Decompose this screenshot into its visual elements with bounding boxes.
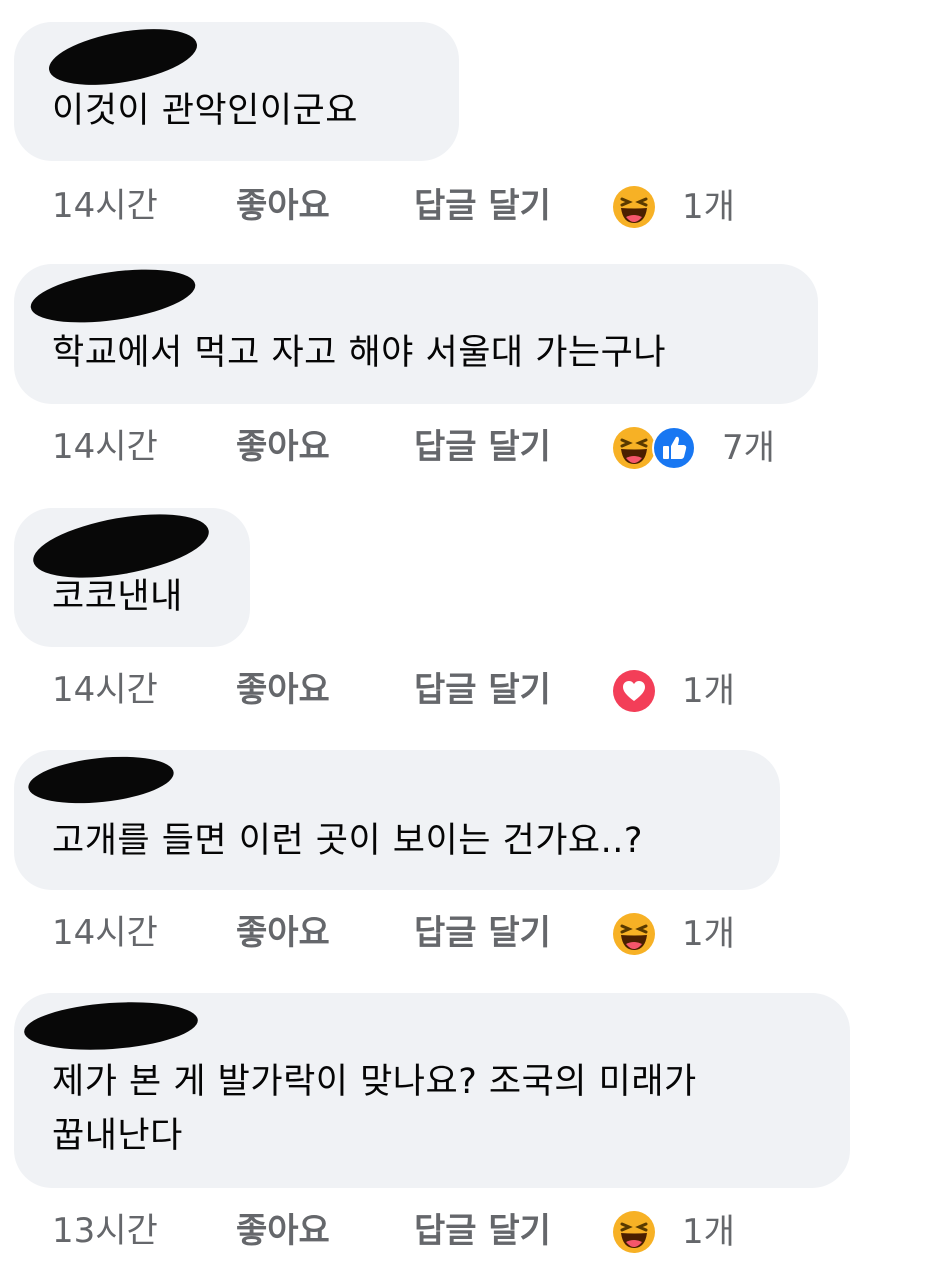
reply-button[interactable]: 답글 달기: [414, 903, 551, 963]
haha-reaction-icon: [613, 913, 655, 955]
reply-button[interactable]: 답글 달기: [414, 1201, 551, 1261]
reply-button[interactable]: 답글 달기: [414, 660, 551, 720]
reaction-count: 1개: [682, 914, 735, 954]
comment-text: 학교에서 먹고 자고 해야 서울대 가는구나: [52, 333, 667, 373]
comment-text: 코코낸내: [52, 577, 183, 617]
comment-actions: 14시간 좋아요 답글 달기 1개: [0, 176, 943, 236]
like-button[interactable]: 좋아요: [236, 176, 330, 236]
comment-bubble[interactable]: 고개를 들면 이런 곳이 보이는 건가요..?: [14, 750, 780, 890]
timestamp[interactable]: 14시간: [52, 903, 158, 963]
comment-actions: 14시간 좋아요 답글 달기 7개: [0, 417, 943, 477]
like-button[interactable]: 좋아요: [236, 1201, 330, 1261]
reaction-count: 7개: [722, 428, 775, 468]
comment-text: 이것이 관악인이군요: [52, 91, 358, 131]
redacted-author-name: [22, 996, 200, 1056]
redacted-author-name: [27, 260, 199, 332]
reaction-summary[interactable]: 1개: [612, 668, 735, 714]
reaction-count: 1개: [682, 1212, 735, 1252]
comment-bubble[interactable]: 이것이 관악인이군요: [14, 19, 459, 161]
reply-button[interactable]: 답글 달기: [414, 417, 551, 477]
reaction-count: 1개: [682, 671, 735, 711]
timestamp[interactable]: 14시간: [52, 176, 158, 236]
reply-button[interactable]: 답글 달기: [414, 176, 551, 236]
comment-bubble[interactable]: 코코낸내: [14, 502, 250, 647]
haha-reaction-icon: [613, 186, 655, 228]
like-button[interactable]: 좋아요: [236, 660, 330, 720]
timestamp[interactable]: 14시간: [52, 417, 158, 477]
comment-actions: 13시간 좋아요 답글 달기 1개: [0, 1201, 943, 1261]
reaction-summary[interactable]: 1개: [612, 911, 735, 957]
comment-text: 고개를 들면 이런 곳이 보이는 건가요..?: [52, 821, 643, 861]
comment-text: 제가 본 게 발가락이 맞나요? 조국의 미래가 꿉내난다: [52, 1062, 697, 1156]
reaction-summary[interactable]: 7개: [612, 425, 775, 471]
like-button[interactable]: 좋아요: [236, 903, 330, 963]
comment-actions: 14시간 좋아요 답글 달기 1개: [0, 903, 943, 963]
haha-reaction-icon: [613, 427, 655, 469]
comment-actions: 14시간 좋아요 답글 달기 1개: [0, 660, 943, 720]
timestamp[interactable]: 13시간: [52, 1201, 158, 1261]
reaction-count: 1개: [682, 187, 735, 227]
redacted-author-name: [26, 750, 176, 810]
love-reaction-icon: [613, 670, 655, 712]
like-reaction-icon: [652, 426, 696, 470]
comment-bubble[interactable]: 학교에서 먹고 자고 해야 서울대 가는구나: [14, 260, 818, 404]
reaction-summary[interactable]: 1개: [612, 1209, 735, 1255]
reaction-summary[interactable]: 1개: [612, 184, 735, 230]
like-button[interactable]: 좋아요: [236, 417, 330, 477]
comment-bubble[interactable]: 제가 본 게 발가락이 맞나요? 조국의 미래가 꿉내난다: [14, 993, 850, 1188]
haha-reaction-icon: [613, 1211, 655, 1253]
timestamp[interactable]: 14시간: [52, 660, 158, 720]
